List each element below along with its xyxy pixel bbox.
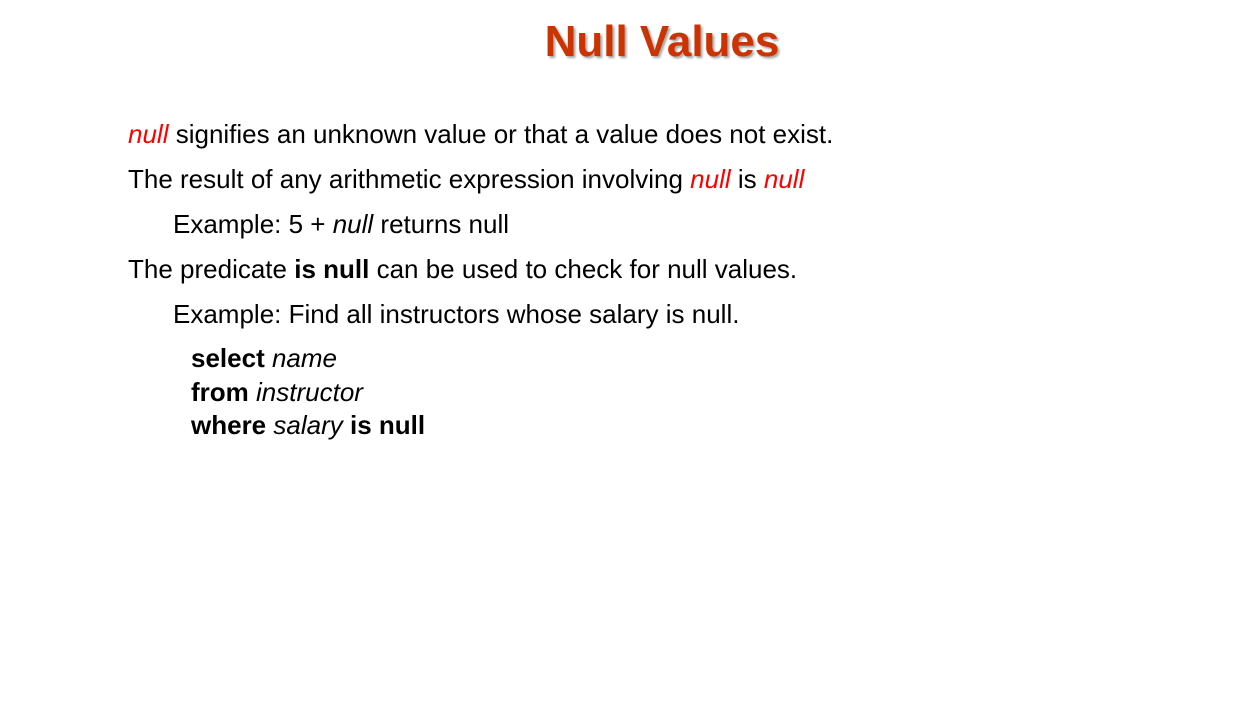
null-keyword: null [128,119,169,149]
arithmetic-example-line: Example: 5 + null returns null [173,208,509,240]
definition-text: signifies an unknown value or that a val… [168,119,834,149]
select-clause: select name [191,342,425,376]
where-clause: where salary is null [191,409,425,443]
predicate-prefix: The predicate [128,254,295,284]
arithmetic-rule-line: The result of any arithmetic expression … [128,163,804,195]
arithmetic-rule-middle: is [730,164,764,194]
null-keyword: null [690,164,731,194]
select-keyword: select [191,343,265,373]
from-relation: instructor [256,376,363,407]
slide-title: Null Values [544,17,780,66]
predicate-line: The predicate is null can be used to che… [128,253,797,285]
example-prefix: Example: 5 + [173,209,333,239]
select-attribute: name [271,343,338,373]
arithmetic-rule-prefix: The result of any arithmetic expression … [128,164,691,194]
predicate-suffix: can be used to check for null values. [369,254,798,284]
example-suffix: returns null [373,209,510,239]
where-predicate: is null [349,410,426,440]
null-keyword: null [332,209,374,239]
where-attribute: salary [273,410,343,440]
where-keyword: where [191,410,267,440]
is-null-keyword: is null [294,254,370,284]
from-clause: from instructor [191,376,425,410]
from-keyword: from [191,376,249,407]
query-example-line: Example: Find all instructors whose sala… [173,299,740,329]
definition-line: null signifies an unknown value or that … [128,118,833,150]
sql-query: select name from instructor where salary… [191,342,425,443]
null-keyword: null [763,164,805,194]
